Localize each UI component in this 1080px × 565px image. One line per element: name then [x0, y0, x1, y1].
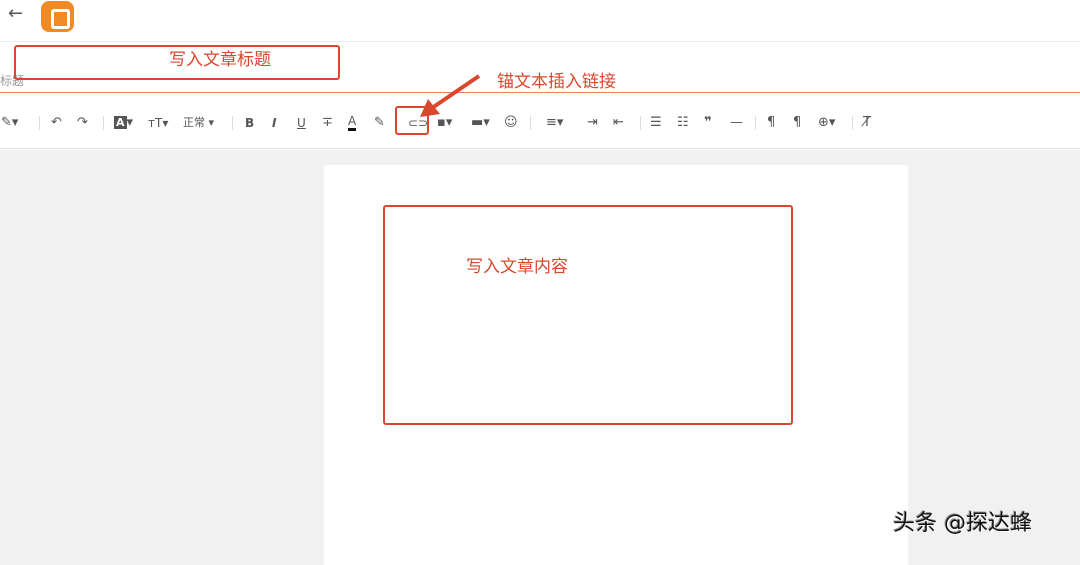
content-annotation-box [383, 205, 793, 425]
content-annotation-text: 写入文章内容 [466, 257, 568, 277]
watermark: 头条 @探达蜂 [893, 511, 1032, 536]
